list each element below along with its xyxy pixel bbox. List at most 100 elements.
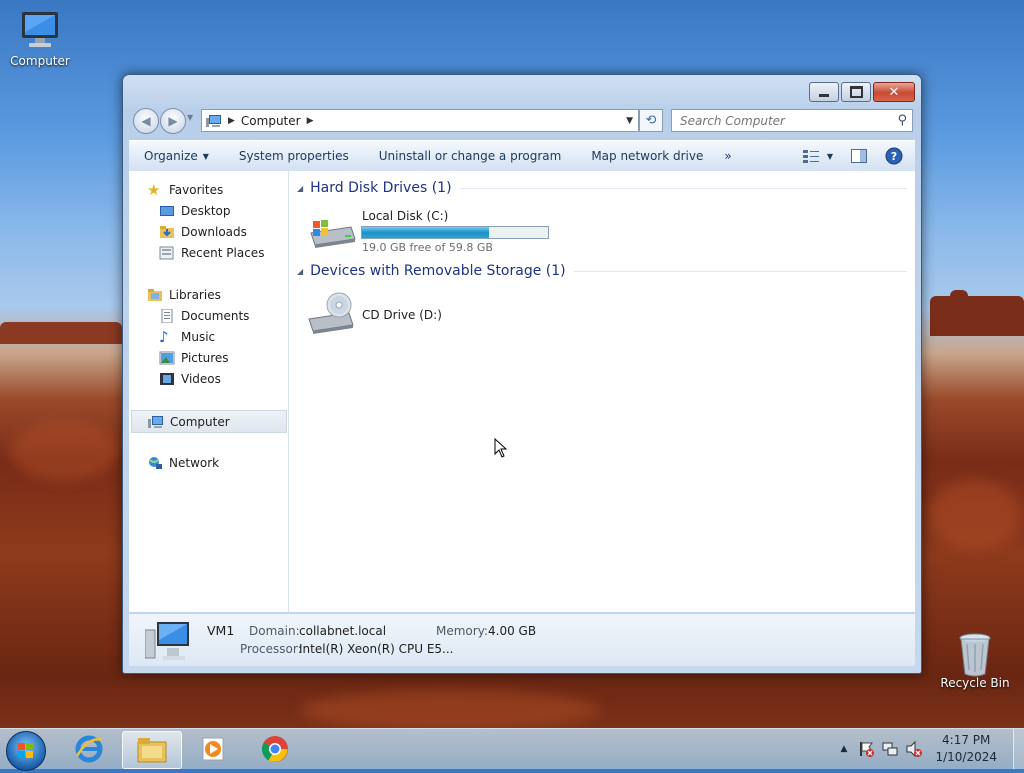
documents-icon [161, 308, 173, 323]
uninstall-program-button[interactable]: Uninstall or change a program [364, 149, 577, 163]
search-icon[interactable]: ⚲ [897, 113, 907, 128]
dune [10, 420, 120, 480]
videos-icon [160, 372, 174, 385]
group-hard-disk-drives[interactable]: ◢ Hard Disk Drives (1) [297, 180, 907, 196]
maximize-button[interactable] [841, 82, 871, 102]
network-status-icon[interactable] [881, 740, 899, 758]
organize-label: Organize [144, 149, 198, 163]
desktop-recycle-bin-label: Recycle Bin [940, 676, 1010, 690]
pictures-icon [159, 351, 175, 364]
forward-arrow-icon: ▶ [168, 114, 178, 128]
taskbar-chrome[interactable] [246, 731, 304, 767]
windows-logo-icon [18, 743, 33, 758]
group-removable-title: Devices with Removable Storage (1) [310, 263, 566, 279]
command-bar: Organize ▼ System properties Uninstall o… [129, 140, 915, 172]
memory-value: 4.00 GB [488, 624, 537, 638]
star-icon: ★ [147, 180, 161, 199]
system-properties-button[interactable]: System properties [224, 149, 364, 163]
nav-music-label: Music [181, 329, 216, 344]
collapse-triangle-icon: ◢ [297, 266, 304, 276]
search-box[interactable]: ⚲ [671, 109, 913, 132]
organize-button[interactable]: Organize ▼ [129, 149, 224, 163]
close-button[interactable]: ✕ [873, 82, 915, 102]
desktop-icon [160, 205, 174, 216]
drive-d-tile[interactable]: CD Drive (D:) [305, 291, 505, 337]
more-commands-button[interactable]: » [718, 149, 737, 163]
nav-libraries-label: Libraries [169, 287, 221, 302]
hard-disk-icon [310, 220, 356, 248]
content-pane: ◢ Hard Disk Drives (1) Local Disk (C:) 1… [289, 171, 915, 612]
search-input[interactable] [678, 112, 892, 129]
clock[interactable]: 4:17 PM 1/10/2024 [923, 732, 1013, 766]
memory-label: Memory: [436, 624, 488, 638]
breadcrumb-expand-icon[interactable]: ▶ [307, 116, 314, 126]
group-removable-storage[interactable]: ◢ Devices with Removable Storage (1) [297, 263, 907, 279]
nav-network[interactable]: Network [147, 452, 305, 473]
minimize-icon [819, 93, 829, 97]
taskbar-internet-explorer[interactable] [60, 731, 118, 767]
clock-date: 1/10/2024 [935, 750, 997, 764]
back-arrow-icon: ◀ [141, 114, 151, 128]
nav-desktop-label: Desktop [181, 203, 231, 218]
dune [930, 480, 1020, 550]
action-center-flag-icon[interactable] [857, 740, 875, 758]
help-icon[interactable]: ? [885, 147, 903, 165]
nav-network-label: Network [169, 455, 220, 470]
preview-pane-icon[interactable] [851, 149, 867, 163]
organize-chevron-down-icon: ▼ [202, 151, 209, 161]
breadcrumb-computer[interactable]: Computer [241, 114, 301, 128]
close-icon: ✕ [888, 84, 900, 100]
nav-favorites[interactable]: ★ Favorites [147, 179, 305, 200]
taskbar-media-player[interactable] [184, 731, 242, 767]
desktop-recycle-bin-icon[interactable]: Recycle Bin [935, 632, 1015, 690]
group-divider [459, 187, 907, 189]
refresh-button[interactable]: ⟲ [639, 109, 663, 132]
nav-libraries[interactable]: Libraries [147, 284, 305, 305]
folder-icon [137, 738, 167, 763]
clock-time: 4:17 PM [942, 733, 991, 747]
downloads-folder-icon [160, 225, 174, 238]
group-divider [573, 270, 907, 272]
show-hidden-icons-icon[interactable]: ▲ [841, 744, 848, 754]
map-network-drive-button[interactable]: Map network drive [576, 149, 718, 163]
computer-monitor-icon [18, 10, 62, 50]
back-button[interactable]: ◀ [133, 108, 159, 134]
address-bar[interactable]: ▶ Computer ▶ ▼ [201, 109, 639, 132]
explorer-window: ✕ ◀ ▶ ▼ ▶ Computer ▶ ▼ ⟲ ⚲ Organize [122, 74, 922, 674]
breadcrumb: ▶ Computer ▶ [206, 114, 314, 128]
change-view-button[interactable]: ▼ [802, 149, 833, 163]
nav-computer[interactable]: Computer [131, 410, 287, 433]
volume-muted-icon[interactable] [905, 740, 923, 758]
maximize-icon [849, 86, 863, 98]
minimize-button[interactable] [809, 82, 839, 102]
nav-pictures-label: Pictures [181, 350, 229, 365]
cd-drive-icon [308, 292, 354, 334]
desktop-computer-icon[interactable]: Computer [0, 10, 80, 68]
drive-c-tile[interactable]: Local Disk (C:) 19.0 GB free of 59.8 GB [305, 207, 565, 254]
domain-value: collabnet.local [299, 624, 387, 638]
computer-small-icon [206, 114, 221, 127]
chrome-icon [261, 736, 288, 762]
libraries-icon [148, 288, 162, 301]
drive-c-usage-fill [362, 227, 489, 238]
address-row: ◀ ▶ ▼ ▶ Computer ▶ ▼ ⟲ ⚲ [131, 107, 913, 134]
start-button[interactable] [6, 731, 46, 771]
network-globe-icon [149, 456, 162, 469]
nav-downloads-label: Downloads [181, 224, 247, 239]
nav-videos-label: Videos [181, 371, 221, 386]
computer-large-icon [145, 622, 189, 660]
recent-pages-chevron-icon[interactable]: ▼ [187, 113, 193, 122]
mouse-cursor-icon [494, 438, 508, 458]
show-desktop-button[interactable] [1013, 729, 1024, 769]
address-dropdown-icon[interactable]: ▼ [626, 116, 633, 126]
caption-buttons: ✕ [809, 82, 915, 102]
breadcrumb-separator-icon[interactable]: ▶ [228, 116, 235, 126]
forward-button[interactable]: ▶ [160, 108, 186, 134]
collapse-triangle-icon: ◢ [297, 183, 304, 193]
taskbar-windows-explorer[interactable] [122, 731, 182, 769]
recent-places-icon [159, 246, 174, 259]
dune [300, 690, 600, 730]
mesa-peak [950, 290, 968, 300]
system-tray: ▲ 4:17 PM 1/10/2024 [841, 729, 1024, 769]
drive-c-name: Local Disk (C:) [362, 209, 449, 223]
